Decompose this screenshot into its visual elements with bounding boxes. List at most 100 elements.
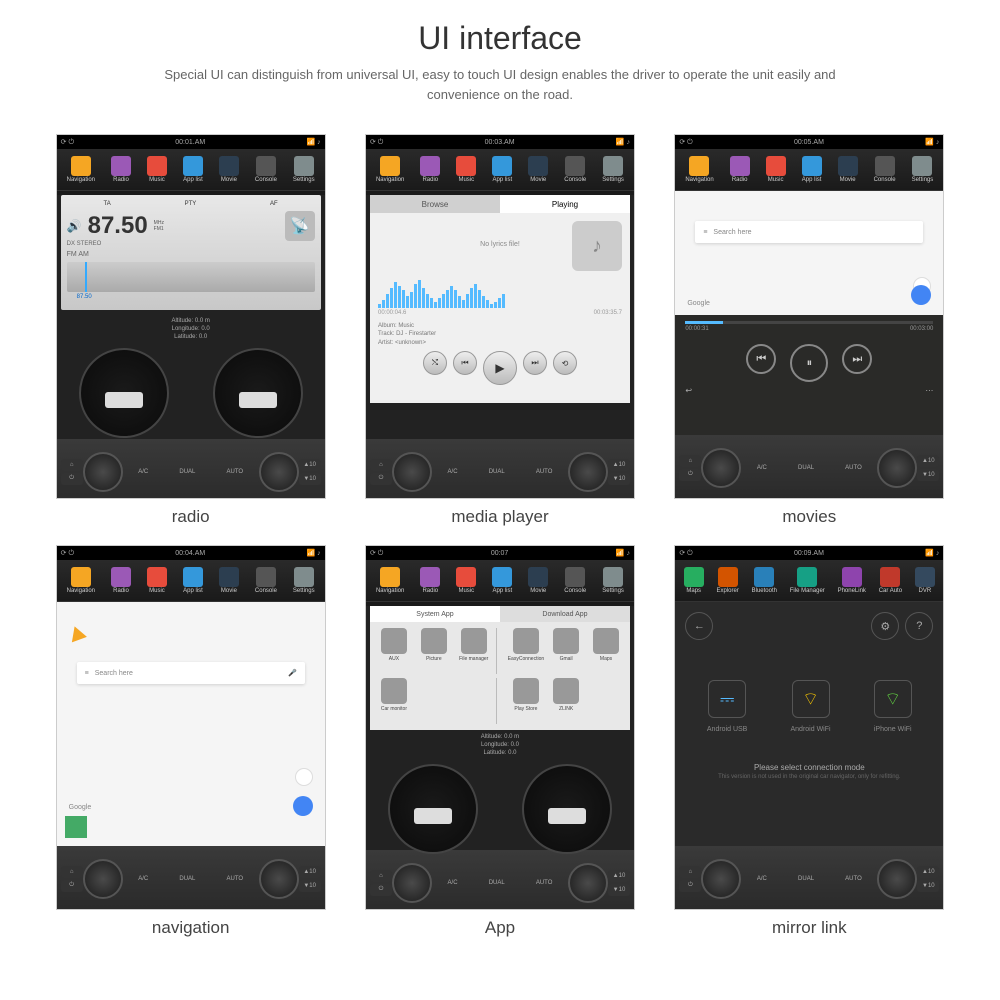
top-icon-console[interactable]: Console — [255, 567, 277, 594]
power-button[interactable]: ⏻ — [370, 473, 392, 485]
hamburger-icon[interactable]: ≡ — [703, 229, 707, 236]
radio-af[interactable]: AF — [270, 201, 278, 207]
vol-down-button[interactable]: ▼10 — [608, 884, 630, 896]
climate-a/c[interactable]: A/C — [757, 876, 767, 882]
climate-dual[interactable]: DUAL — [798, 876, 814, 882]
climate-dual[interactable]: DUAL — [798, 465, 814, 471]
top-icon-navigation[interactable]: Navigation — [376, 156, 404, 183]
top-icon-phonelink[interactable]: PhoneLink — [838, 567, 866, 594]
top-icon-console[interactable]: Console — [255, 156, 277, 183]
climate-auto[interactable]: AUTO — [227, 876, 244, 882]
top-icon-navigation[interactable]: Navigation — [67, 156, 95, 183]
app-file-manager[interactable]: File manager — [456, 628, 492, 674]
vol-down-button[interactable]: ▼10 — [917, 880, 939, 892]
top-icon-explorer[interactable]: Explorer — [717, 567, 739, 594]
hamburger-icon[interactable]: ≡ — [85, 670, 89, 677]
power-button[interactable]: ⏻ — [679, 880, 701, 892]
climate-dual[interactable]: DUAL — [179, 469, 195, 475]
power-button[interactable]: ⏻ — [679, 469, 701, 481]
climate-a/c[interactable]: A/C — [448, 469, 458, 475]
top-icon-radio[interactable]: Radio — [420, 567, 440, 594]
back-button[interactable]: ← — [685, 612, 713, 640]
top-icon-navigation[interactable]: Navigation — [376, 567, 404, 594]
top-icon-movie[interactable]: Movie — [528, 156, 548, 183]
right-knob[interactable] — [568, 863, 608, 903]
top-icon-music[interactable]: Music — [147, 156, 167, 183]
video-prev-button[interactable]: ⏮ — [746, 344, 776, 374]
top-icon-radio[interactable]: Radio — [111, 567, 131, 594]
home-button[interactable]: ⌂ — [61, 459, 83, 471]
top-icon-navigation[interactable]: Navigation — [685, 156, 713, 183]
top-icon-movie[interactable]: Movie — [528, 567, 548, 594]
top-icon-music[interactable]: Music — [766, 156, 786, 183]
vol-down-button[interactable]: ▼10 — [608, 473, 630, 485]
top-icon-car-auto[interactable]: Car Auto — [879, 567, 902, 594]
app-gmail[interactable]: Gmail — [548, 628, 584, 674]
vol-up-button[interactable]: ▲10 — [917, 866, 939, 878]
top-icon-settings[interactable]: Settings — [602, 156, 624, 183]
app-picture[interactable]: Picture — [416, 628, 452, 674]
tab-download-app[interactable]: Download App — [500, 606, 630, 622]
vol-up-button[interactable]: ▲10 — [608, 459, 630, 471]
vol-down-button[interactable]: ▼10 — [299, 880, 321, 892]
top-icon-console[interactable]: Console — [564, 156, 586, 183]
climate-dual[interactable]: DUAL — [489, 880, 505, 886]
home-button[interactable]: ⌂ — [370, 870, 392, 882]
top-icon-console[interactable]: Console — [564, 567, 586, 594]
directions-button[interactable] — [293, 796, 313, 816]
climate-auto[interactable]: AUTO — [536, 469, 553, 475]
climate-auto[interactable]: AUTO — [227, 469, 244, 475]
climate-dual[interactable]: DUAL — [179, 876, 195, 882]
repeat-button[interactable]: ⟲ — [553, 351, 577, 375]
power-button[interactable]: ⏻ — [61, 880, 83, 892]
right-knob[interactable] — [259, 859, 299, 899]
tab-browse[interactable]: Browse — [370, 195, 500, 213]
video-next-button[interactable]: ⏭ — [842, 344, 872, 374]
right-knob[interactable] — [259, 452, 299, 492]
top-icon-movie[interactable]: Movie — [838, 156, 858, 183]
left-knob[interactable] — [83, 452, 123, 492]
left-knob[interactable] — [701, 448, 741, 488]
radio-ta[interactable]: TA — [104, 201, 111, 207]
power-button[interactable]: ⏻ — [370, 884, 392, 896]
top-icon-radio[interactable]: Radio — [730, 156, 750, 183]
top-icon-settings[interactable]: Settings — [602, 567, 624, 594]
shuffle-button[interactable]: ⤭ — [423, 351, 447, 375]
home-button[interactable]: ⌂ — [370, 459, 392, 471]
directions-button[interactable] — [911, 285, 931, 305]
top-icon-settings[interactable]: Settings — [912, 156, 934, 183]
video-progress[interactable] — [685, 321, 933, 324]
top-icon-app-list[interactable]: App list — [802, 156, 822, 183]
locate-button[interactable] — [295, 768, 313, 786]
option-android-usb[interactable]: ⎓ Android USB — [707, 680, 747, 733]
top-icon-settings[interactable]: Settings — [293, 567, 315, 594]
help-icon[interactable]: ? — [905, 612, 933, 640]
settings-icon[interactable]: ⚙ — [871, 612, 899, 640]
climate-auto[interactable]: AUTO — [845, 876, 862, 882]
right-knob[interactable] — [877, 859, 917, 899]
tab-system-app[interactable]: System App — [370, 606, 500, 622]
vol-up-button[interactable]: ▲10 — [299, 459, 321, 471]
next-button[interactable]: ⏭ — [523, 351, 547, 375]
climate-a/c[interactable]: A/C — [138, 876, 148, 882]
left-knob[interactable] — [701, 859, 741, 899]
climate-a/c[interactable]: A/C — [448, 880, 458, 886]
left-knob[interactable] — [392, 452, 432, 492]
top-icon-radio[interactable]: Radio — [420, 156, 440, 183]
top-icon-movie[interactable]: Movie — [219, 567, 239, 594]
top-icon-radio[interactable]: Radio — [111, 156, 131, 183]
top-icon-bluetooth[interactable]: Bluetooth — [752, 567, 777, 594]
tab-playing[interactable]: Playing — [500, 195, 630, 213]
left-knob[interactable] — [392, 863, 432, 903]
right-knob[interactable] — [877, 448, 917, 488]
climate-dual[interactable]: DUAL — [489, 469, 505, 475]
top-icon-music[interactable]: Music — [147, 567, 167, 594]
home-button[interactable]: ⌂ — [679, 455, 701, 467]
top-icon-dvr[interactable]: DVR — [915, 567, 935, 594]
option-android-wifi[interactable]: ⌔ Android WiFi — [791, 680, 831, 733]
climate-auto[interactable]: AUTO — [536, 880, 553, 886]
vol-down-button[interactable]: ▼10 — [299, 473, 321, 485]
map-thumbnail[interactable] — [65, 816, 87, 838]
top-icon-app-list[interactable]: App list — [492, 156, 512, 183]
top-icon-movie[interactable]: Movie — [219, 156, 239, 183]
